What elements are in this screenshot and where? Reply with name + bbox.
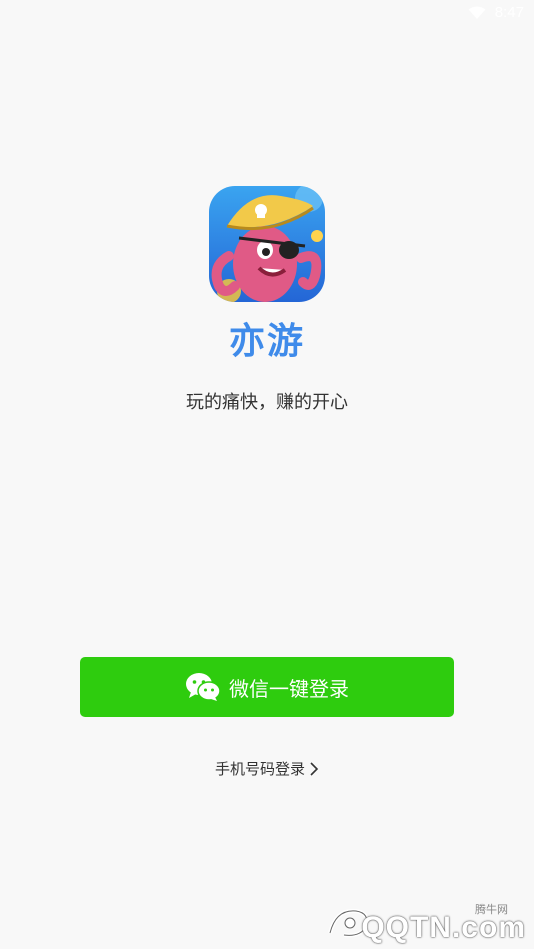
- phone-login-label: 手机号码登录: [214, 760, 305, 778]
- wechat-icon: [186, 673, 221, 701]
- status-time: 8:47: [494, 4, 524, 21]
- wechat-login-label: 微信一键登录: [229, 676, 349, 701]
- watermark-domain: QQTN.com: [361, 911, 526, 944]
- wechat-login-button[interactable]: 微信一键登录: [80, 657, 454, 717]
- app-logo-icon: [209, 186, 325, 302]
- status-bar: 8:47: [0, 0, 534, 28]
- chevron-right-icon: [310, 761, 319, 776]
- wifi-icon: [468, 6, 486, 19]
- phone-login-link[interactable]: 手机号码登录: [0, 758, 534, 779]
- app-tagline: 玩的痛快，赚的开心: [186, 392, 348, 413]
- app-name: 亦游: [228, 321, 305, 362]
- watermark: 腾牛网 QQTN.com: [318, 895, 528, 945]
